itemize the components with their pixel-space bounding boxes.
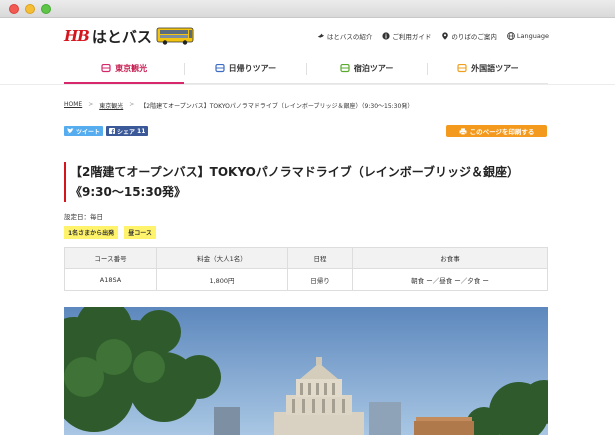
course-info-table: コース番号 料金（大人1名） 日程 お食事 A18SA 1,800円 日帰り 朝…	[64, 247, 548, 291]
utility-link-guide[interactable]: ご利用ガイド	[382, 31, 431, 41]
nav-item-tokyo-sightseeing[interactable]: 東京観光	[64, 54, 185, 84]
utility-link-about[interactable]: はとバスの紹介	[317, 31, 373, 41]
zoom-window-button[interactable]	[41, 4, 51, 14]
bird-icon	[317, 33, 325, 38]
nav-label: 外国語ツアー	[471, 64, 519, 73]
nav-item-overnight-tours[interactable]: 宿泊ツアー	[307, 54, 427, 83]
cell-course-code: A18SA	[64, 268, 157, 291]
column-header-price: 料金（大人1名）	[156, 247, 288, 269]
close-window-button[interactable]	[9, 4, 19, 14]
column-header-meals: お食事	[352, 247, 548, 269]
cell-schedule: 日帰り	[287, 268, 353, 291]
facebook-share-count: 11	[137, 127, 146, 135]
window-titlebar	[0, 0, 615, 18]
minimize-window-button[interactable]	[25, 4, 35, 14]
tweet-button[interactable]: ツイート	[64, 126, 104, 136]
national-diet-building-photo	[64, 307, 548, 435]
hero-photo	[64, 307, 548, 435]
bus-front-icon	[340, 64, 350, 73]
utility-label: ご利用ガイド	[392, 33, 432, 41]
nav-label: 宿泊ツアー	[353, 64, 394, 73]
operating-days: 設定日：毎日	[64, 213, 103, 221]
info-icon	[382, 32, 391, 40]
table-row: A18SA 1,800円 日帰り 朝食 ー／昼食 ー／夕食 ー	[64, 268, 548, 291]
site-logo[interactable]: HB はとバス	[64, 24, 196, 48]
breadcrumb-current: 【2階建てオープンバス】TOKYOパノラマドライブ（レインボーブリッジ＆銀座）（…	[140, 103, 414, 110]
nav-label: 東京観光	[115, 64, 148, 73]
bus-front-icon	[457, 64, 467, 73]
global-nav: 東京観光 日帰りツアー 宿泊ツアー 外国語ツアー	[64, 54, 548, 84]
page-title-line-2: 《9:30～15:30発》	[70, 185, 187, 199]
utility-link-language[interactable]: Language	[507, 31, 549, 41]
page-title: 【2階建てオープンバス】TOKYOパノラマドライブ（レインボーブリッジ＆銀座） …	[64, 162, 548, 202]
table-header-row: コース番号 料金（大人1名） 日程 お食事	[64, 247, 548, 269]
bus-icon	[156, 27, 194, 45]
breadcrumb-separator: >	[129, 101, 135, 108]
nav-item-foreign-language-tours[interactable]: 外国語ツアー	[428, 54, 548, 83]
tag-daytime-course: 昼コース	[124, 226, 156, 239]
bus-front-icon	[101, 64, 111, 73]
tag-min-one-person: 1名さまから出発	[64, 226, 119, 239]
cell-price: 1,800円	[156, 268, 288, 291]
breadcrumb: HOME > 東京観光 > 【2階建てオープンバス】TOKYOパノラマドライブ（…	[64, 101, 413, 110]
globe-icon	[507, 32, 515, 40]
logo-mark: HB	[64, 27, 90, 45]
twitter-icon	[67, 128, 74, 134]
facebook-share-button[interactable]: シェア 11	[106, 126, 149, 136]
breadcrumb-home-link[interactable]: HOME	[64, 101, 82, 110]
breadcrumb-separator: >	[88, 101, 94, 108]
utility-links: はとバスの紹介 ご利用ガイド のりばのご案内 Language	[317, 31, 549, 41]
print-label: このページを印刷する	[469, 128, 535, 136]
header-rule	[0, 84, 615, 85]
share-buttons: ツイート シェア 11	[64, 126, 149, 136]
print-page-button[interactable]: このページを印刷する	[446, 125, 547, 137]
utility-link-stops[interactable]: のりばのご案内	[441, 31, 497, 41]
bus-front-icon	[215, 64, 225, 73]
page-title-line-1: 【2階建てオープンバス】TOKYOパノラマドライブ（レインボーブリッジ＆銀座）	[70, 165, 520, 179]
column-header-course-code: コース番号	[64, 247, 157, 269]
facebook-share-label: シェア	[117, 128, 136, 136]
nav-item-day-tours[interactable]: 日帰りツアー	[185, 54, 305, 83]
course-tags: 1名さまから出発 昼コース	[64, 226, 156, 239]
column-header-schedule: 日程	[287, 247, 353, 269]
cell-meals: 朝食 ー／昼食 ー／夕食 ー	[352, 268, 548, 291]
site-header: HB はとバス はとバスの紹介 ご利用ガイド のりばのご案内 Language	[0, 18, 615, 54]
utility-label: Language	[516, 32, 549, 40]
pin-icon	[442, 32, 449, 40]
utility-label: はとバスの紹介	[326, 33, 373, 41]
nav-label: 日帰りツアー	[228, 64, 277, 73]
printer-icon	[459, 127, 467, 135]
utility-label: のりばのご案内	[451, 33, 497, 41]
tweet-label: ツイート	[76, 128, 101, 136]
breadcrumb-parent-link[interactable]: 東京観光	[99, 101, 123, 110]
logo-text: はとバス	[91, 27, 152, 46]
facebook-icon	[109, 128, 116, 134]
